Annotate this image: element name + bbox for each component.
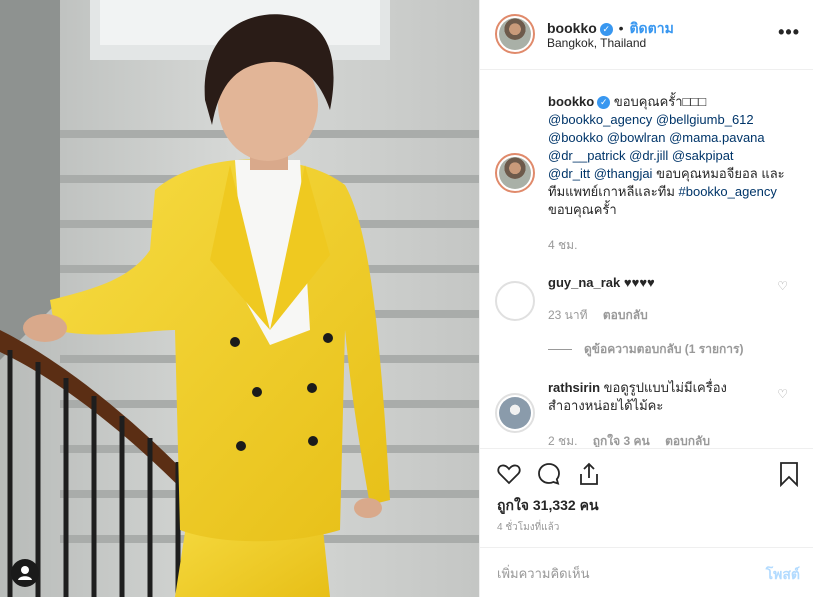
verified-icon: ✓ bbox=[597, 96, 611, 109]
post-image bbox=[0, 0, 479, 597]
divider bbox=[548, 349, 572, 351]
bookmark-icon[interactable] bbox=[776, 461, 802, 488]
comment-meta: 23 นาที ตอบกลับ bbox=[548, 306, 648, 325]
separator: • bbox=[618, 20, 624, 36]
caption-mention-4[interactable]: @dr_itt @thangjai bbox=[548, 166, 652, 181]
post-time: 4 ชั่วโมงที่แล้ว bbox=[497, 522, 560, 533]
add-comment-bar: โพสต์ bbox=[480, 547, 813, 597]
comment-like-icon[interactable]: ♡ bbox=[777, 387, 788, 401]
likes-count[interactable]: ถูกใจ 31,332 คน bbox=[497, 495, 599, 517]
comment-username[interactable]: guy_na_rak bbox=[548, 275, 620, 290]
follow-button[interactable]: ติดตาม bbox=[629, 20, 673, 36]
post-caption: bookko ✓ ขอบคุณครั้า□□□ @bookko_agency @b… bbox=[548, 93, 798, 219]
post-photo[interactable] bbox=[0, 0, 479, 597]
view-replies-label: ดูข้อความตอบกลับ (1 รายการ) bbox=[584, 342, 744, 356]
heart-icon[interactable] bbox=[496, 461, 522, 487]
share-icon[interactable] bbox=[576, 461, 602, 487]
comment-avatar[interactable] bbox=[495, 281, 535, 321]
caption-mentions-1[interactable]: @bookko_agency @bellgiumb_612 bbox=[548, 112, 754, 127]
reply-button[interactable]: ตอบกลับ bbox=[603, 308, 648, 322]
comment-icon[interactable] bbox=[536, 461, 562, 487]
comment-item: rathsirin ขอดูรูปแบบไม่มีเครื่องสำอางหน่… bbox=[548, 379, 748, 415]
caption-mentions-2[interactable]: @bookko @bowlran @mama.pavana bbox=[548, 130, 765, 145]
comment-item: guy_na_rak ♥♥♥♥ bbox=[548, 274, 768, 292]
comments-section[interactable]: bookko ✓ ขอบคุณครั้า□□□ @bookko_agency @b… bbox=[480, 71, 813, 447]
avatar[interactable] bbox=[495, 14, 535, 54]
user-tag-icon[interactable] bbox=[11, 559, 39, 587]
post-actions: ถูกใจ 31,332 คน 4 ชั่วโมงที่แล้ว bbox=[480, 448, 813, 548]
caption-text-end: ขอบคุณครั้า bbox=[548, 202, 617, 217]
comment-likes[interactable]: ถูกใจ 3 คน bbox=[593, 434, 650, 447]
view-replies-button[interactable]: ดูข้อความตอบกลับ (1 รายการ) bbox=[548, 340, 743, 359]
header-username[interactable]: bookko bbox=[547, 20, 597, 36]
caption-hashtag[interactable]: #bookko_agency bbox=[679, 184, 777, 199]
more-icon[interactable]: ••• bbox=[778, 22, 800, 43]
caption-text-start: ขอบคุณครั้า□□□ bbox=[613, 94, 707, 109]
comment-input[interactable] bbox=[497, 562, 737, 584]
comment-like-icon[interactable]: ♡ bbox=[777, 279, 788, 293]
post-comment-button[interactable]: โพสต์ bbox=[766, 564, 800, 586]
comment-time: 23 นาที bbox=[548, 308, 588, 322]
comment-avatar[interactable] bbox=[495, 393, 535, 433]
verified-icon: ✓ bbox=[599, 23, 613, 36]
post-side-panel: bookko ✓ • ติดตาม Bangkok, Thailand ••• b… bbox=[479, 0, 813, 597]
reply-button[interactable]: ตอบกลับ bbox=[665, 434, 710, 447]
comment-username[interactable]: rathsirin bbox=[548, 380, 600, 395]
comment-text: ♥♥♥♥ bbox=[623, 275, 655, 290]
caption-avatar[interactable] bbox=[495, 153, 535, 193]
post-location[interactable]: Bangkok, Thailand bbox=[547, 36, 646, 50]
post-header: bookko ✓ • ติดตาม Bangkok, Thailand ••• bbox=[480, 0, 813, 70]
caption-mentions-3[interactable]: @dr__patrick @dr.jill @sakpipat bbox=[548, 148, 734, 163]
comment-time: 2 ชม. bbox=[548, 434, 578, 447]
caption-username[interactable]: bookko bbox=[548, 94, 594, 109]
caption-time: 4 ชม. bbox=[548, 238, 578, 252]
comment-meta: 2 ชม. ถูกใจ 3 คน ตอบกลับ bbox=[548, 432, 710, 447]
